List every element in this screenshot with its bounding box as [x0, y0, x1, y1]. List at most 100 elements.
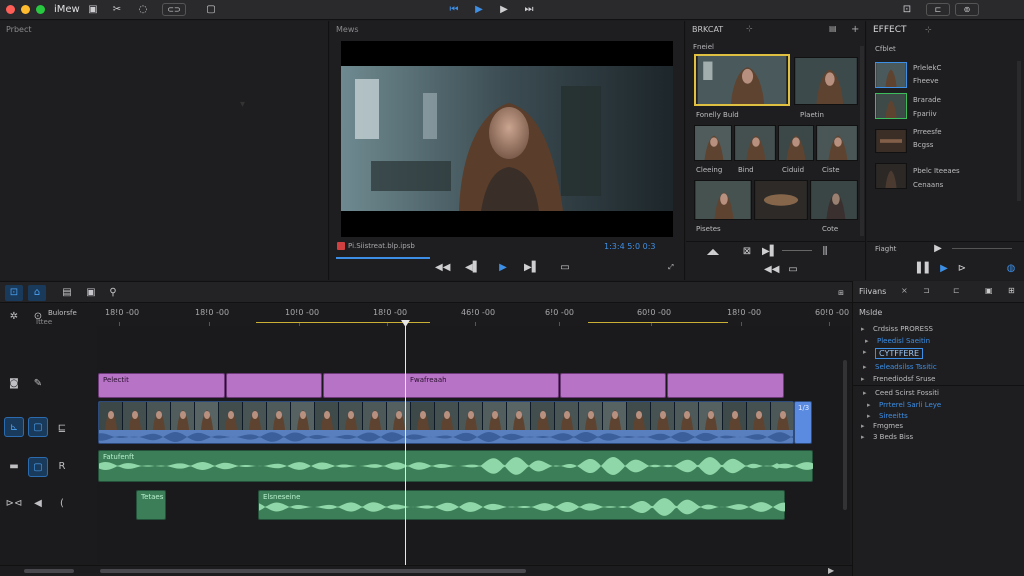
next-icon[interactable]: ⏭ [522, 3, 536, 16]
timeline-expand-icon[interactable]: ⊞ [832, 285, 850, 301]
timeline-canvas[interactable]: Pelectit Fwafreaah 1/3 Fatufenft Tetaes … [97, 326, 850, 564]
fullscreen-icon[interactable]: ▭ [558, 261, 572, 274]
tools-icon[interactable]: ✂ [110, 3, 124, 16]
disclosure-icon[interactable]: ▸ [861, 433, 865, 441]
inspector-close-icon[interactable]: × [901, 286, 908, 295]
video-option-icon[interactable]: ⊑ [52, 419, 72, 439]
effects-play-icon[interactable]: ▶ [931, 242, 945, 255]
media-thumb-4[interactable] [734, 125, 776, 161]
step-forward-icon[interactable]: ▶▌ [524, 261, 539, 274]
audio-option-icon[interactable]: R [52, 457, 72, 477]
disclosure-icon[interactable]: ▸ [863, 363, 867, 371]
timeline-scroll-thumb[interactable] [100, 569, 526, 573]
effects-slider[interactable] [952, 248, 1012, 249]
title-clip-2[interactable] [226, 373, 322, 398]
viewer-scrubber[interactable] [336, 257, 430, 259]
media-scrollbar[interactable] [860, 46, 864, 236]
inspector-share-icon[interactable]: ⊞ [1008, 286, 1015, 295]
media-zoom-slider[interactable] [782, 250, 812, 251]
playhead[interactable] [405, 320, 406, 565]
effects-preview-icon[interactable]: ▶ [937, 262, 951, 275]
disclosure-icon[interactable]: ▸ [861, 325, 865, 333]
select-tool-icon[interactable]: ⊡ [5, 285, 23, 301]
disclosure-icon[interactable]: ▸ [867, 412, 871, 420]
play-forward-icon[interactable]: ▶ [497, 3, 511, 16]
close-window-button[interactable] [6, 5, 15, 14]
audio-box-icon[interactable]: ▢ [28, 457, 48, 477]
timeline-vscroll[interactable] [843, 360, 847, 510]
zoom-icon[interactable]: ⚲ [104, 285, 122, 301]
media-thumb-5[interactable] [778, 125, 814, 161]
menu-icon[interactable]: ▢ [204, 3, 218, 16]
media-grid-icon[interactable]: ⊠ [740, 245, 754, 258]
media-sort-icon[interactable]: ◢◣ [706, 245, 720, 258]
video-track-icon[interactable]: ⊾ [4, 417, 24, 437]
title-clip-3[interactable]: Fwafreaah [323, 373, 559, 398]
media-thumb-7[interactable] [694, 180, 752, 220]
chain-icon[interactable]: ⊂⊃ [162, 3, 186, 16]
step-back-icon[interactable]: ◀▌ [465, 261, 480, 274]
effects-tab-icon[interactable]: ⊹ [925, 25, 932, 34]
expand-icon[interactable]: ⤢ [664, 261, 678, 274]
layout-icon[interactable]: ⊏ [926, 3, 950, 16]
disclosure-icon[interactable]: ▸ [863, 389, 867, 397]
zoom-window-button[interactable] [36, 5, 45, 14]
media-thumb-6[interactable] [816, 125, 858, 161]
play-icon[interactable]: ▶ [472, 3, 486, 16]
effects-skip-icon[interactable]: ⊳ [955, 262, 969, 275]
import-icon[interactable]: ▣ [86, 3, 100, 16]
music-clip-2[interactable]: Elsneseine [258, 490, 785, 520]
audio-curve-icon[interactable]: ( [52, 494, 72, 514]
media-list-icon[interactable]: ▤ [829, 24, 837, 33]
media-add-icon[interactable]: + [851, 24, 859, 35]
disclosure-icon[interactable]: ▸ [861, 422, 865, 430]
share-icon[interactable]: ⊡ [900, 3, 914, 16]
frame-back-icon[interactable]: ◀◀ [435, 261, 450, 274]
effect-thumb-2[interactable] [875, 93, 907, 119]
timeline-scroll-thumb-left[interactable] [24, 569, 74, 573]
media-thumb-8[interactable] [754, 180, 808, 220]
connect-icon[interactable]: ✲ [4, 307, 24, 327]
media-thumb-2[interactable] [794, 57, 858, 105]
media-view-icon[interactable]: ▭ [786, 263, 800, 276]
clip-view-icon[interactable]: ▤ [58, 285, 76, 301]
effects-scrollbar[interactable] [1017, 61, 1021, 201]
video-storyline[interactable] [98, 401, 794, 444]
speaker-icon[interactable]: ◀ [28, 494, 48, 514]
disclosure-icon[interactable]: ▸ [863, 348, 867, 356]
music-clip-1[interactable]: Tetaes [136, 490, 166, 520]
minimize-window-button[interactable] [21, 5, 30, 14]
music-track-icon[interactable]: ⊳⊲ [4, 494, 24, 514]
effect-thumb-3[interactable] [875, 129, 907, 153]
timeline-scroll-right-icon[interactable]: ▶ [828, 566, 834, 575]
title-clip-1[interactable]: Pelectit [98, 373, 225, 398]
home-icon[interactable]: ⌂ [28, 285, 46, 301]
media-thumb-1[interactable] [694, 54, 790, 106]
inspector-video-icon[interactable]: ⊐ [923, 286, 930, 295]
rewind-icon[interactable]: ⏮ [447, 3, 461, 16]
main-audio-clip[interactable]: Fatufenft [98, 450, 813, 482]
video-box-icon[interactable]: ▢ [28, 417, 48, 437]
inspector-tab[interactable]: Fiivans [859, 287, 886, 296]
audio-track-icon[interactable]: ▬ [4, 457, 24, 477]
viewer-play-icon[interactable]: ▶ [496, 261, 510, 274]
title-clip-4[interactable] [560, 373, 666, 398]
inspector-audio-icon[interactable]: ⊏ [953, 286, 960, 295]
media-filmstrip-icon[interactable]: ⫼ [818, 245, 832, 258]
effects-pause-icon[interactable]: ▌▌ [917, 262, 932, 275]
media-thumb-9[interactable] [810, 180, 858, 220]
effect-thumb-4[interactable] [875, 163, 907, 189]
media-skip-icon[interactable]: ▶▌ [762, 245, 777, 258]
storyline-icon[interactable]: ▣ [82, 285, 100, 301]
media-tab-icon[interactable]: ⊹ [746, 24, 753, 33]
media-prev-icon[interactable]: ◀◀ [764, 263, 779, 276]
disclosure-icon[interactable]: ▸ [861, 375, 865, 383]
disclosure-icon[interactable]: ▸ [865, 337, 869, 345]
effects-globe-icon[interactable]: ◍ [1004, 262, 1018, 275]
timeline-ruler[interactable]: 18!0 -00 18!0 -00 10!0 -00 18!0 -00 46!0 -00… [97, 304, 850, 326]
inspector-info-icon[interactable]: ▣ [985, 286, 993, 295]
pin-icon[interactable]: ✎ [28, 374, 48, 394]
media-thumb-3[interactable] [694, 125, 732, 161]
disclosure-icon[interactable]: ▸ [867, 401, 871, 409]
viewer-canvas[interactable] [341, 41, 673, 237]
